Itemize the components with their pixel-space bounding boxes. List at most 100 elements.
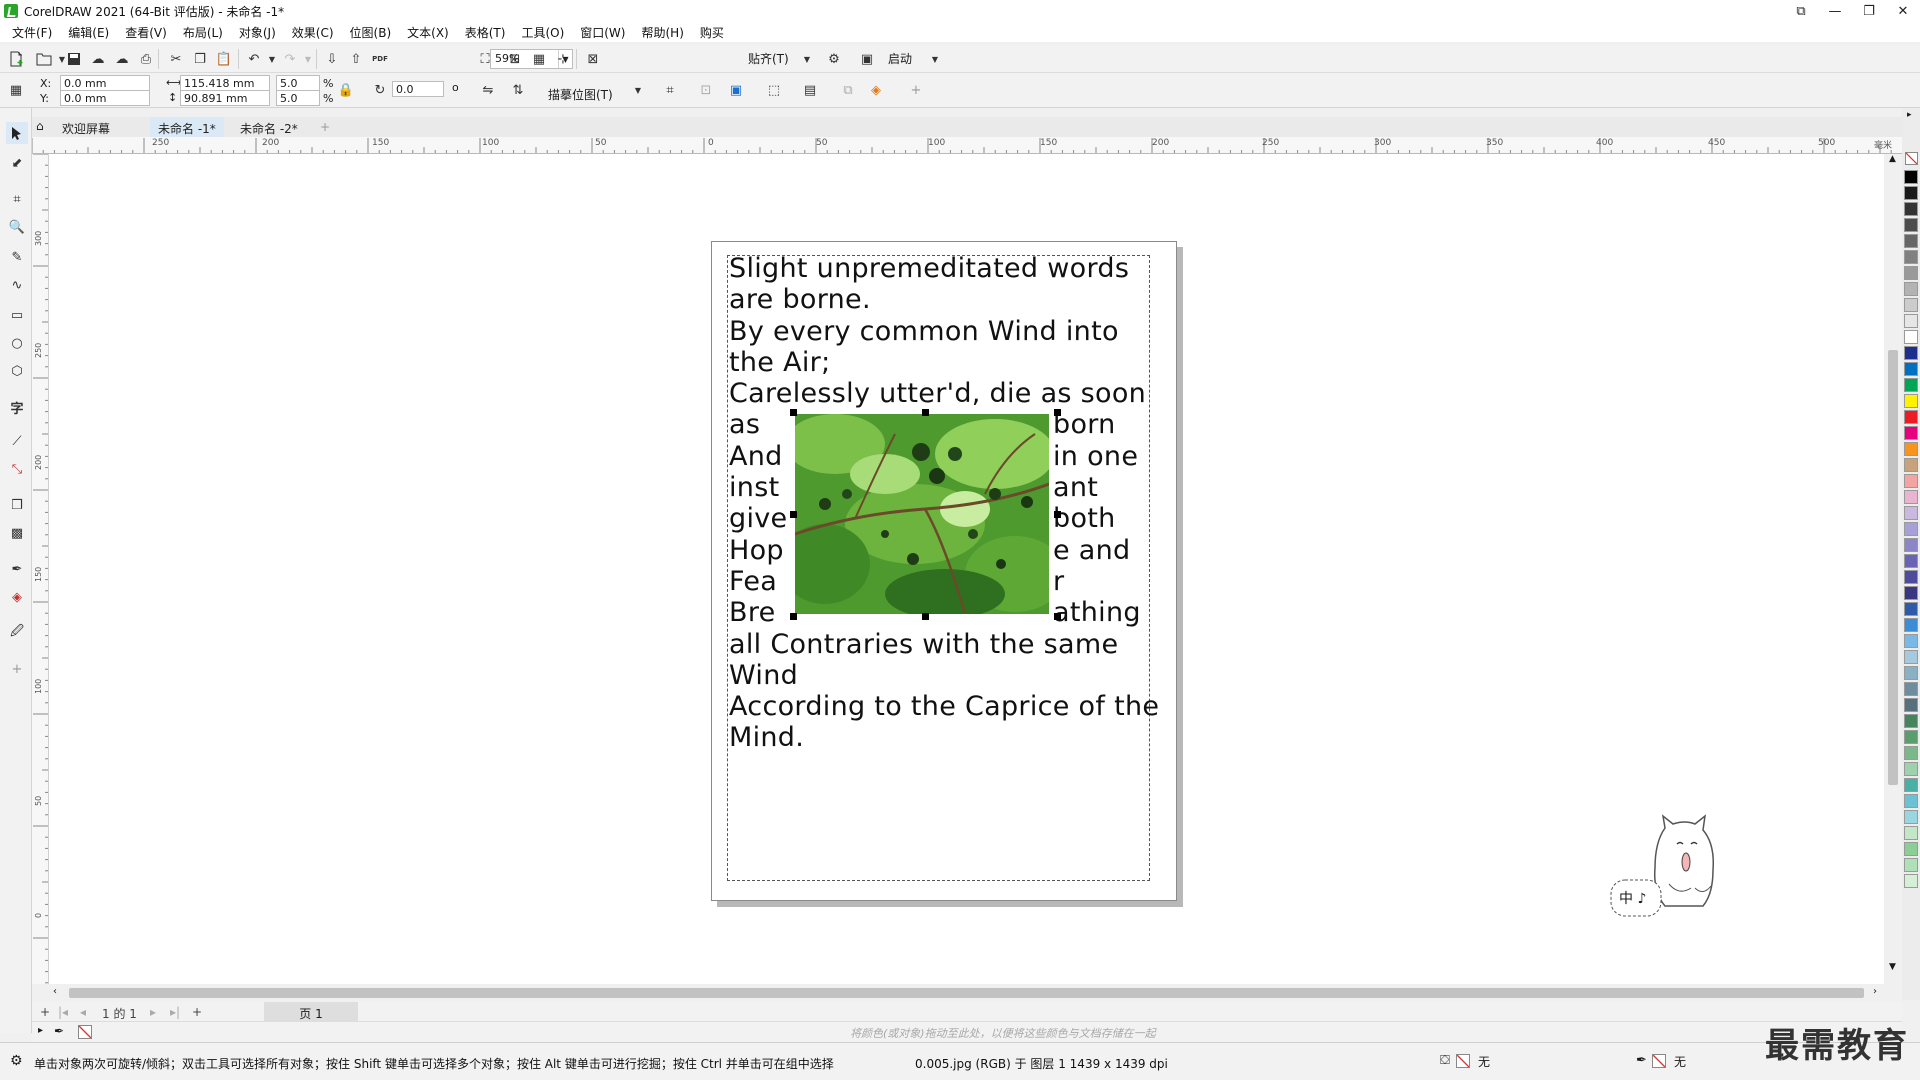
rectangle-tool-icon[interactable]: ▭ xyxy=(6,304,28,326)
palette-color-swatch[interactable] xyxy=(1904,666,1918,680)
minimize-button[interactable]: — xyxy=(1818,0,1852,22)
copy-icon[interactable]: ❐ xyxy=(190,49,210,69)
add-page-before-icon[interactable]: + xyxy=(40,1005,50,1019)
transparency-tool-icon[interactable]: ▩ xyxy=(6,522,28,544)
palette-scroll-right-icon[interactable]: ▸ xyxy=(1907,110,1912,120)
wrap-text-icon[interactable]: ▤ xyxy=(800,80,820,100)
palette-color-swatch[interactable] xyxy=(1904,858,1918,872)
launch-app-icon[interactable]: ▣ xyxy=(857,49,877,69)
selection-handle[interactable] xyxy=(790,613,797,620)
palette-color-swatch[interactable] xyxy=(1904,522,1918,536)
palette-expand-icon[interactable]: ▸ xyxy=(38,1025,43,1036)
polygon-tool-icon[interactable]: ⬡ xyxy=(6,360,28,382)
menu-view[interactable]: 查看(V) xyxy=(117,24,175,41)
palette-color-swatch[interactable] xyxy=(1904,714,1918,728)
trace-dropdown-icon[interactable]: ▼ xyxy=(628,80,648,100)
crop-bitmap-icon[interactable]: ⌗ xyxy=(660,80,680,100)
palette-color-swatch[interactable] xyxy=(1904,874,1918,888)
show-rulers-icon[interactable]: ⊞ xyxy=(505,49,525,69)
palette-color-swatch[interactable] xyxy=(1904,234,1918,248)
palette-color-swatch[interactable] xyxy=(1904,330,1918,344)
interactive-fill-icon[interactable]: ◈ xyxy=(6,586,28,608)
palette-color-swatch[interactable] xyxy=(1904,538,1918,552)
first-page-icon[interactable]: |◂ xyxy=(58,1005,68,1019)
launch-dropdown-icon[interactable]: ▼ xyxy=(925,49,945,69)
add-page-after-icon[interactable]: + xyxy=(192,1005,202,1019)
palette-color-swatch[interactable] xyxy=(1904,314,1918,328)
layers-icon[interactable]: ◈ xyxy=(866,80,886,100)
palette-color-swatch[interactable] xyxy=(1904,618,1918,632)
selection-handle[interactable] xyxy=(1054,613,1061,620)
settings-gear-icon[interactable]: ⚙ xyxy=(10,1053,23,1069)
selection-handle[interactable] xyxy=(922,613,929,620)
crop-tool-icon[interactable]: ⌗ xyxy=(6,188,28,210)
next-page-icon[interactable]: ▸ xyxy=(150,1005,156,1019)
palette-color-swatch[interactable] xyxy=(1904,250,1918,264)
selection-handle[interactable] xyxy=(922,409,929,416)
pick-tool-icon[interactable] xyxy=(6,122,28,144)
menu-edit[interactable]: 编辑(E) xyxy=(60,24,117,41)
scroll-left-icon[interactable]: ‹ xyxy=(53,986,57,997)
redo-dropdown-icon[interactable]: ▼ xyxy=(298,49,318,69)
save-icon[interactable] xyxy=(64,49,84,69)
menu-help[interactable]: 帮助(H) xyxy=(633,24,691,41)
zoom-tool-icon[interactable]: 🔍 xyxy=(6,216,28,238)
height-input[interactable]: 90.891 mm xyxy=(180,90,270,106)
menu-buy[interactable]: 购买 xyxy=(692,24,732,41)
tab-untitled-2[interactable]: 未命名 -2* xyxy=(232,117,306,137)
add-tool-icon[interactable]: + xyxy=(6,658,28,680)
show-grid-icon[interactable]: ▦ xyxy=(529,49,549,69)
tab-welcome-screen[interactable]: 欢迎屏幕 xyxy=(54,117,118,137)
cloud-sync-icon[interactable]: ☁ xyxy=(112,49,132,69)
palette-color-swatch[interactable] xyxy=(1904,170,1918,184)
export-icon[interactable]: ⇧ xyxy=(346,49,366,69)
last-page-icon[interactable]: ▸| xyxy=(170,1005,180,1019)
restore-view-icon[interactable]: ⧉ xyxy=(1784,0,1818,22)
home-icon[interactable]: ⌂ xyxy=(32,117,52,137)
palette-color-swatch[interactable] xyxy=(1904,282,1918,296)
artistic-media-icon[interactable]: ∿ xyxy=(6,274,28,296)
palette-color-swatch[interactable] xyxy=(1904,826,1918,840)
shape-tool-icon[interactable]: ⬋ xyxy=(6,152,28,174)
freehand-tool-icon[interactable]: ✎ xyxy=(6,246,28,268)
palette-color-swatch[interactable] xyxy=(1904,474,1918,488)
horizontal-ruler[interactable]: 250 200 150 100 50 0 50 100 150 200 250 … xyxy=(32,137,1902,154)
palette-color-swatch[interactable] xyxy=(1904,490,1918,504)
horizontal-scrollbar[interactable]: ‹ › xyxy=(49,984,1884,1002)
palette-color-swatch[interactable] xyxy=(1904,778,1918,792)
menu-effects[interactable]: 效果(C) xyxy=(284,24,342,41)
outline-pen-icon[interactable]: ✒ xyxy=(1636,1053,1647,1068)
palette-color-swatch[interactable] xyxy=(1904,426,1918,440)
arrange-back-icon[interactable]: ⧉ xyxy=(838,80,858,100)
selection-handle[interactable] xyxy=(1054,511,1061,518)
previous-page-icon[interactable]: ◂ xyxy=(80,1005,86,1019)
tab-untitled-1[interactable]: 未命名 -1* xyxy=(150,117,224,137)
add-icon[interactable]: + xyxy=(906,80,926,100)
rotation-angle-input[interactable]: 0.0 xyxy=(392,81,444,97)
y-position-input[interactable]: 0.0 mm xyxy=(60,90,150,106)
cloud-upload-icon[interactable]: ☁ xyxy=(88,49,108,69)
vertical-scrollbar[interactable]: ▲ ▼ xyxy=(1884,154,1902,984)
full-screen-icon[interactable]: ⛶ xyxy=(475,49,495,69)
smart-fill-icon[interactable]: 🖉 xyxy=(6,622,28,644)
trace-bitmap-dropdown[interactable]: 描摹位图(T) xyxy=(548,86,613,103)
palette-color-swatch[interactable] xyxy=(1904,634,1918,648)
palette-color-swatch[interactable] xyxy=(1904,442,1918,456)
palette-color-swatch[interactable] xyxy=(1904,650,1918,664)
palette-color-swatch[interactable] xyxy=(1904,794,1918,808)
palette-color-swatch[interactable] xyxy=(1904,298,1918,312)
lock-ratio-icon[interactable]: 🔒 xyxy=(336,80,356,100)
snap-icon[interactable]: ⊠ xyxy=(583,49,603,69)
selection-handle[interactable] xyxy=(1054,409,1061,416)
palette-color-swatch[interactable] xyxy=(1904,762,1918,776)
palette-color-swatch[interactable] xyxy=(1904,746,1918,760)
paste-icon[interactable]: 📋 xyxy=(214,49,234,69)
x-position-input[interactable]: 0.0 mm xyxy=(60,75,150,91)
palette-color-swatch[interactable] xyxy=(1904,586,1918,600)
palette-color-swatch[interactable] xyxy=(1904,554,1918,568)
fill-color-swatch[interactable] xyxy=(1456,1054,1470,1068)
menu-file[interactable]: 文件(F) xyxy=(4,24,60,41)
transform-icon[interactable]: ⬚ xyxy=(764,80,784,100)
palette-color-swatch[interactable] xyxy=(1904,602,1918,616)
launch-dropdown[interactable]: 启动 xyxy=(888,50,912,67)
